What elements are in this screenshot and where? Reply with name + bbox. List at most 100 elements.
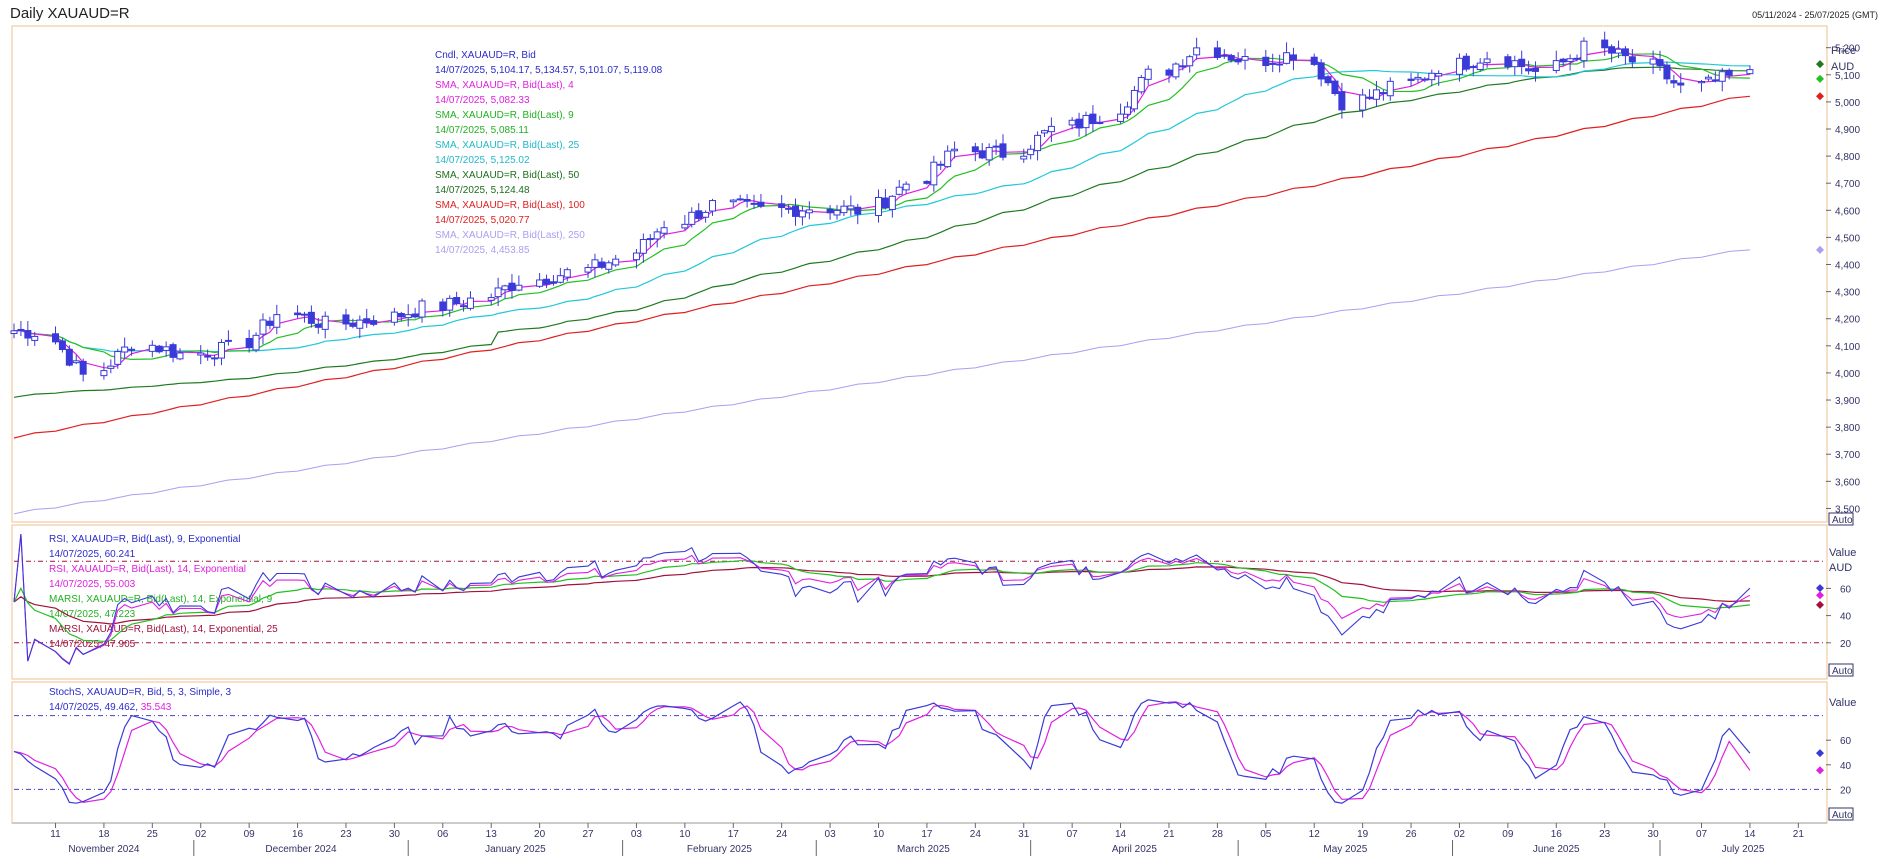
- candle-body: [999, 143, 1007, 158]
- price-tick-label: 4,200: [1835, 315, 1860, 326]
- stoch-d-marker: [1816, 766, 1824, 775]
- candle-body: [798, 210, 806, 218]
- candle-body: [854, 206, 862, 215]
- candle-body: [1262, 56, 1270, 67]
- price-tick-label: 3,600: [1835, 477, 1860, 488]
- candle-body: [204, 355, 212, 358]
- candle-body: [363, 318, 371, 324]
- candle-body: [197, 352, 205, 356]
- candle-body: [148, 344, 156, 352]
- candle-body: [1193, 47, 1201, 56]
- candle-body: [411, 313, 419, 318]
- candle-body: [729, 199, 737, 203]
- candle-body: [342, 314, 350, 325]
- sma-100-line: [13, 95, 1750, 439]
- candle-body: [1241, 56, 1249, 61]
- price-tick-label: 5,200: [1835, 44, 1860, 55]
- candle-body: [1130, 89, 1138, 110]
- rsi-auto-button[interactable]: Auto: [1828, 663, 1854, 677]
- x-month-label: July 2025: [1722, 844, 1765, 855]
- price-tick-label: 4,800: [1835, 152, 1860, 163]
- candle-body: [1289, 54, 1297, 61]
- candle-body: [1372, 89, 1380, 100]
- sma-100-marker: [1816, 92, 1824, 101]
- candle-body: [10, 330, 18, 335]
- candle-body: [978, 150, 986, 159]
- candle-body: [1656, 59, 1664, 67]
- x-day-label: 06: [437, 829, 449, 840]
- candle-body: [1172, 63, 1180, 78]
- candle-body: [397, 313, 405, 318]
- candle-body: [418, 300, 426, 318]
- candle-body: [743, 198, 751, 202]
- x-day-label: 09: [244, 829, 256, 840]
- legend-sma100-value: 14/07/2025, 5,020.77: [435, 215, 530, 226]
- rsi-tick-label: 60: [1840, 584, 1852, 595]
- stoch-axis-title: Value: [1829, 697, 1856, 709]
- candle-body: [1462, 55, 1470, 70]
- x-day-label: 27: [582, 829, 594, 840]
- x-day-label: 24: [970, 829, 982, 840]
- candle-body: [1047, 125, 1055, 133]
- candle-body: [294, 312, 302, 316]
- candle-body: [1525, 68, 1533, 72]
- candle-body: [121, 346, 129, 353]
- candle-body: [1532, 67, 1540, 72]
- candle-body: [688, 211, 696, 225]
- legend-marsi25-name: MARSI, XAUAUD=R, Bid(Last), 14, Exponent…: [49, 624, 278, 635]
- x-day-label: 07: [1696, 829, 1708, 840]
- candle-body: [107, 365, 115, 369]
- candle-body: [1711, 79, 1719, 82]
- candle-body: [881, 197, 889, 208]
- x-month-label: June 2025: [1533, 844, 1580, 855]
- candle-body: [937, 163, 945, 166]
- stoch-auto-button[interactable]: Auto: [1828, 807, 1854, 821]
- candle-body: [1034, 134, 1042, 152]
- candle-body: [1407, 78, 1415, 81]
- price-tick-label: 3,500: [1835, 504, 1860, 515]
- stoch-tick-label: 60: [1840, 736, 1852, 747]
- candle-body: [702, 211, 710, 218]
- x-day-label: 21: [1163, 829, 1175, 840]
- x-month-label: May 2025: [1323, 844, 1367, 855]
- candle-body: [1179, 65, 1187, 68]
- legend-sma250-value: 14/07/2025, 4,453.85: [435, 245, 530, 256]
- candle-body: [273, 314, 281, 328]
- candle-body: [1746, 69, 1754, 75]
- candle-body: [985, 147, 993, 161]
- candle-body: [1359, 94, 1367, 111]
- x-day-label: 03: [631, 829, 643, 840]
- candle-body: [162, 346, 170, 351]
- candle-body: [1165, 69, 1173, 76]
- rsi-axis-unit: AUD: [1829, 562, 1852, 574]
- candle-body: [460, 305, 468, 308]
- legend-stoch-d-value: 35.543: [141, 702, 172, 713]
- candle-body: [805, 209, 813, 214]
- price-tick-label: 4,100: [1835, 342, 1860, 353]
- candle-body: [826, 208, 834, 214]
- candle-body: [709, 200, 717, 212]
- candle-body: [598, 261, 606, 268]
- candle-body: [639, 238, 647, 254]
- x-day-label: 17: [728, 829, 740, 840]
- candle-body: [1310, 56, 1318, 65]
- candle-body: [1601, 39, 1609, 49]
- legend-sma100-name: SMA, XAUAUD=R, Bid(Last), 100: [435, 200, 585, 211]
- candle-body: [1518, 58, 1526, 68]
- x-day-label: 28: [1212, 829, 1224, 840]
- x-day-label: 12: [1309, 829, 1321, 840]
- chart-title: Daily XAUAUD=R: [10, 5, 130, 22]
- candle-body: [501, 285, 509, 291]
- candle-body: [543, 278, 551, 285]
- rsi-tick-label: 20: [1840, 639, 1852, 650]
- stoch-tick-label: 40: [1840, 761, 1852, 772]
- date-range: 05/11/2024 - 25/07/2025 (GMT): [1752, 10, 1878, 20]
- candle-body: [1573, 57, 1581, 60]
- price-tick-label: 4,300: [1835, 288, 1860, 299]
- candle-body: [1649, 58, 1657, 65]
- candle-body: [51, 333, 59, 343]
- x-day-label: 14: [1115, 829, 1127, 840]
- rsi-9-line: [13, 533, 1751, 665]
- candle-body: [1608, 46, 1616, 54]
- candle-body: [1234, 58, 1242, 63]
